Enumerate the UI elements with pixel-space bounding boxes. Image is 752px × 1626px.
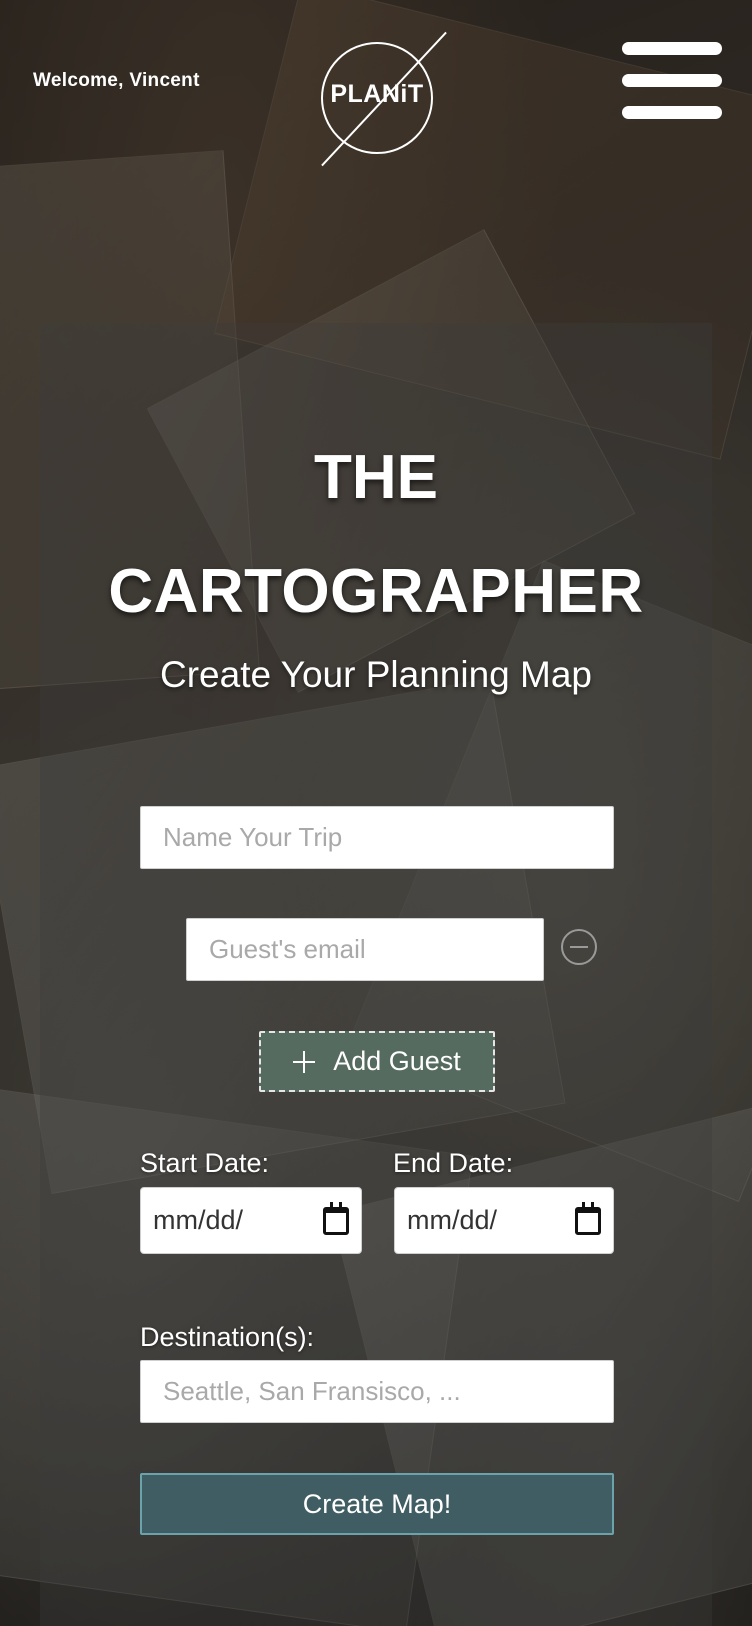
start-date-label: Start Date: [140, 1148, 270, 1178]
logo-text: PLANiT [330, 80, 424, 108]
add-guest-label: Add Guest [333, 1046, 461, 1076]
trip-name-input[interactable] [140, 806, 614, 869]
planit-logo[interactable]: PLANiT [296, 18, 460, 182]
start-date-input[interactable]: mm/dd/ [140, 1187, 362, 1254]
menu-bar [622, 42, 722, 55]
end-date-label: End Date: [393, 1148, 514, 1178]
start-date-value: mm/dd/ [153, 1205, 244, 1235]
calendar-icon[interactable] [575, 1201, 601, 1235]
add-guest-button[interactable]: Add Guest [259, 1031, 495, 1092]
create-map-button[interactable]: Create Map! [140, 1473, 614, 1535]
plus-icon [293, 1050, 316, 1073]
destinations-label: Destination(s): [140, 1322, 315, 1352]
page-title-line2: CARTOGRAPHER [108, 557, 644, 626]
destinations-input[interactable] [140, 1360, 614, 1423]
minus-circle-icon[interactable] [561, 929, 597, 965]
hamburger-menu-icon[interactable] [622, 42, 722, 120]
menu-bar [622, 74, 722, 87]
welcome-text: Welcome, Vincent [33, 70, 200, 91]
page-subtitle: Create Your Planning Map [160, 654, 592, 695]
end-date-input[interactable]: mm/dd/ [394, 1187, 614, 1254]
page-title-line1: THE [314, 443, 438, 512]
menu-bar [622, 106, 722, 119]
guest-email-input[interactable] [186, 918, 544, 981]
calendar-icon[interactable] [323, 1201, 349, 1235]
end-date-value: mm/dd/ [407, 1205, 498, 1235]
